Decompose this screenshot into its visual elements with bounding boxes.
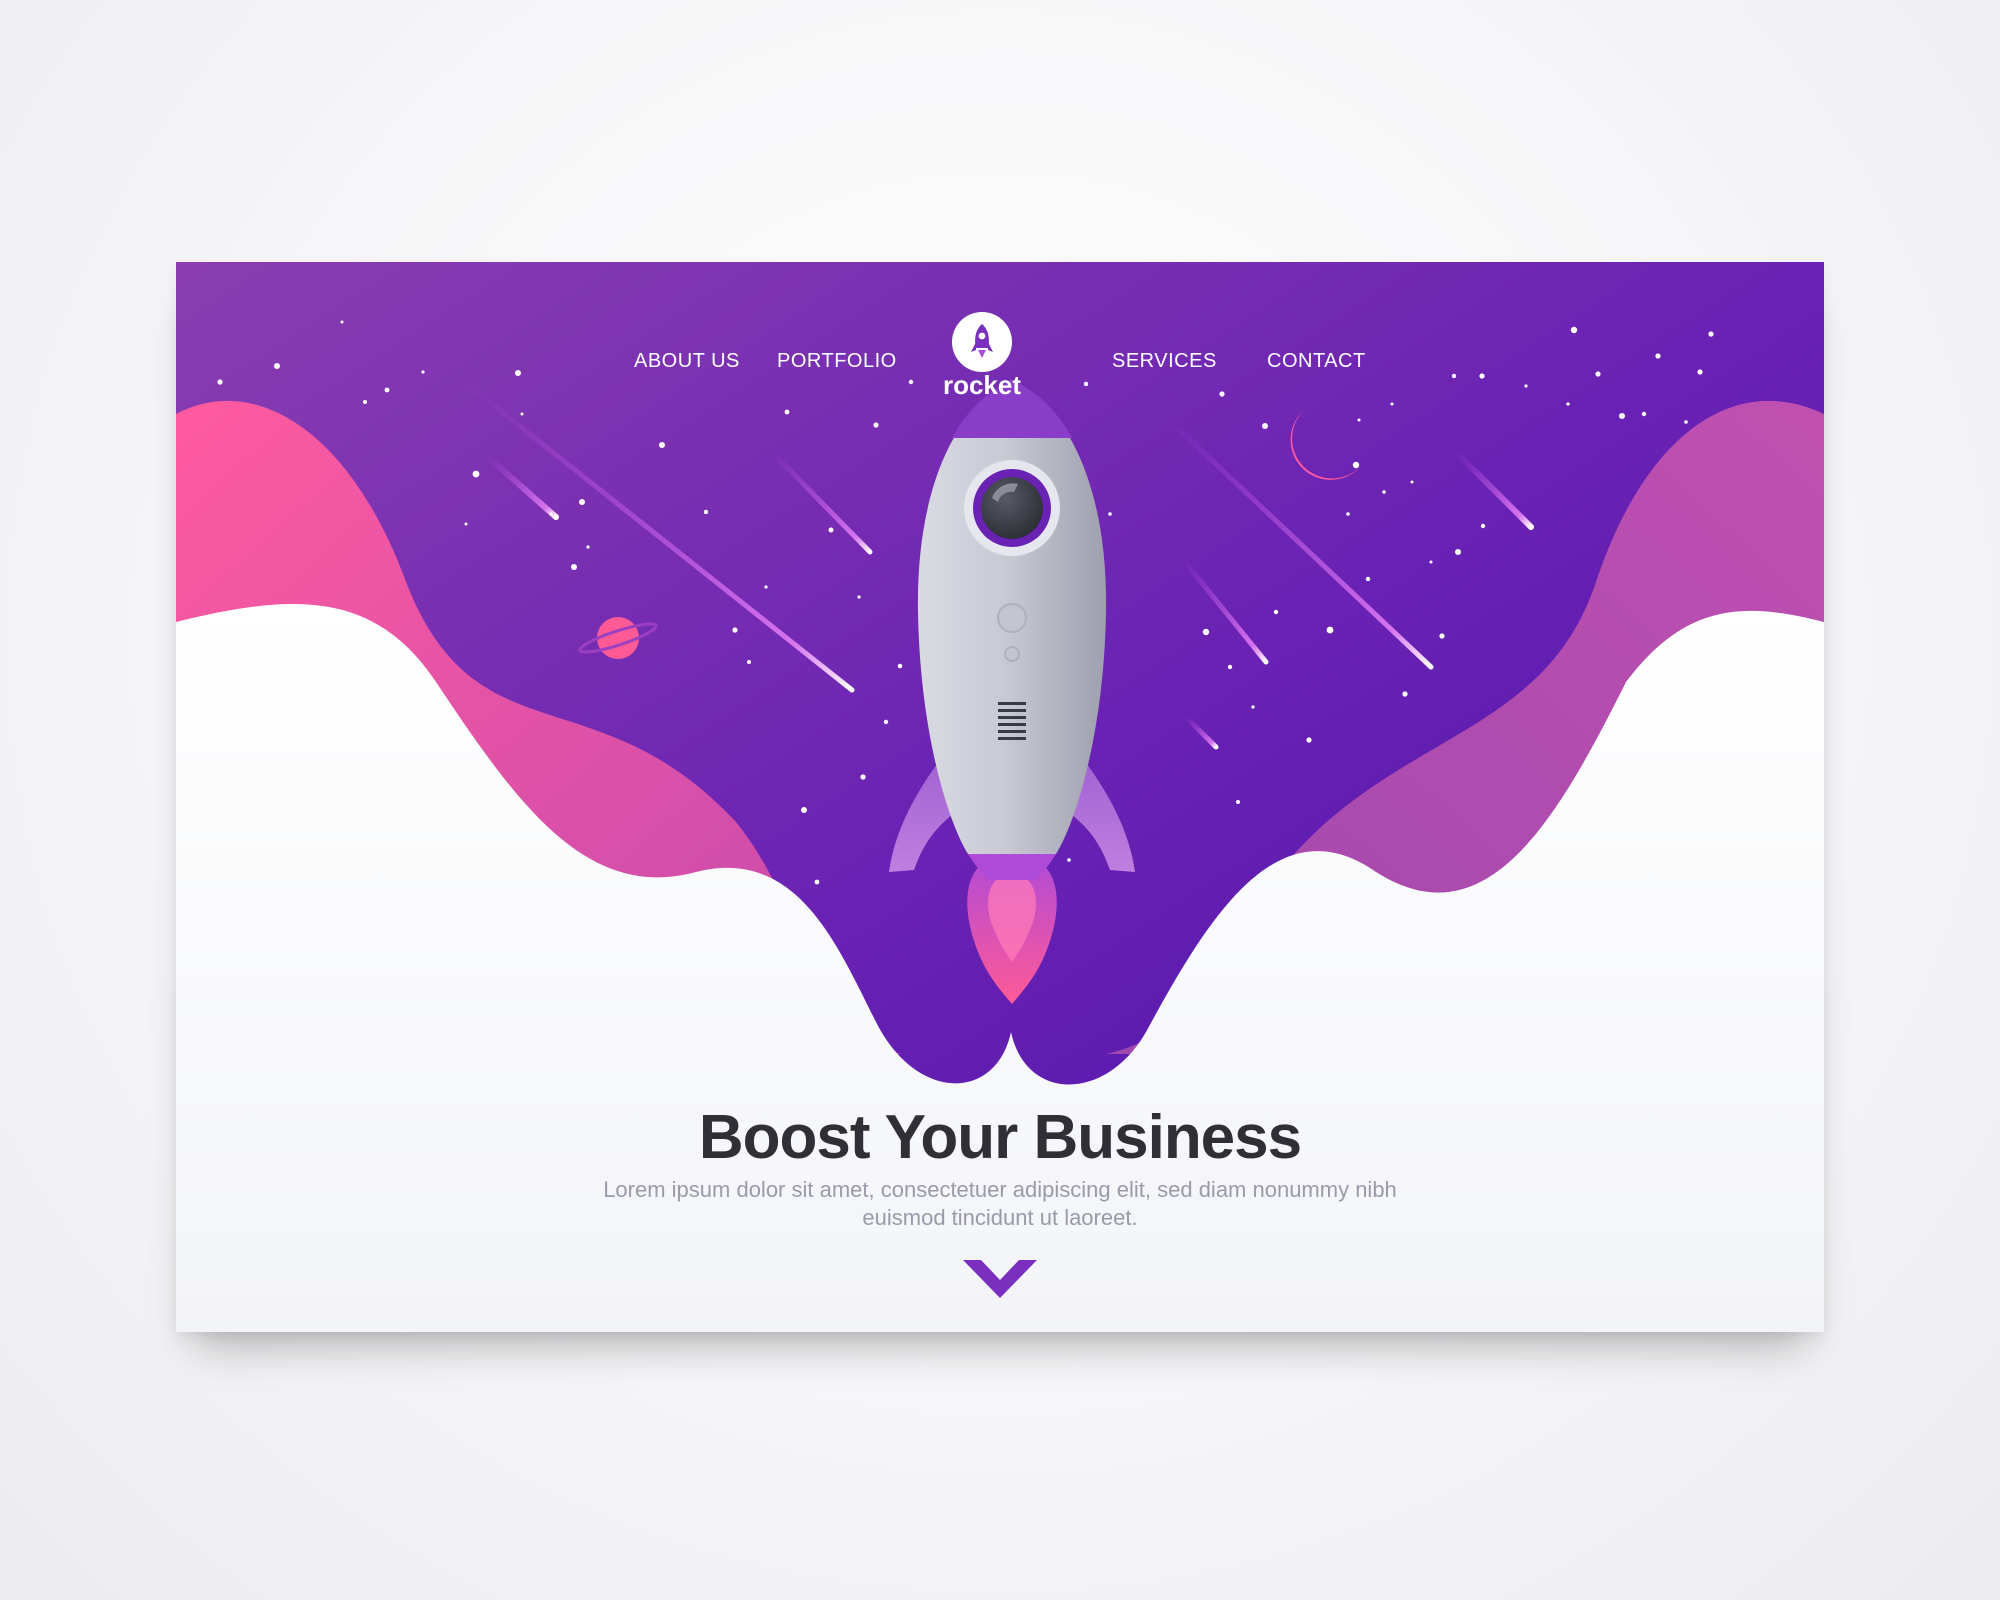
brand-name: rocket [942,370,1022,400]
landing-page-card: ABOUT US PORTFOLIO SERVICES CONTACT rock… [176,262,1824,1332]
hero-subtext: Lorem ipsum dolor sit amet, consectetuer… [603,1177,1397,1230]
hero-headline: Boost Your Business [698,1103,1302,1172]
nav-link-contact[interactable]: CONTACT [1267,350,1366,373]
rocket-icon [952,312,1012,372]
nav-link-services[interactable]: SERVICES [1112,350,1217,373]
chevron-down-icon[interactable] [963,1260,1037,1300]
brand-logo[interactable]: rocket [922,312,1042,402]
nav-link-portfolio[interactable]: PORTFOLIO [777,350,897,373]
nav-link-about[interactable]: ABOUT US [634,350,740,373]
